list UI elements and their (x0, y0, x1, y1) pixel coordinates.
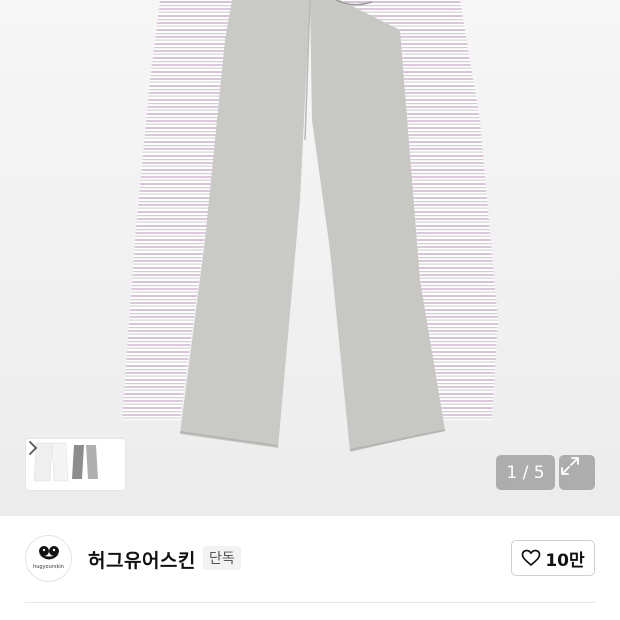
section-divider (25, 602, 595, 603)
hug-logo-icon (39, 546, 59, 560)
brand-row: hugyourskin 허그유어스킨 단독 10만 (0, 516, 620, 600)
expand-icon (561, 457, 579, 475)
expand-button[interactable] (559, 455, 595, 490)
product-thumbnail[interactable] (30, 439, 100, 484)
thumbnail-strip[interactable] (25, 438, 126, 491)
image-counter: 1 / 5 (496, 455, 555, 490)
product-image-gallery[interactable]: 1 / 5 (0, 0, 620, 516)
chevron-right-icon[interactable] (26, 439, 40, 457)
like-button[interactable]: 10만 (511, 540, 595, 576)
brand-name[interactable]: 허그유어스킨 (88, 546, 196, 573)
brand-logo-text: hugyourskin (33, 564, 64, 570)
heart-icon (521, 549, 541, 566)
exclusive-badge: 단독 (203, 546, 241, 570)
like-count: 10만 (545, 550, 585, 571)
brand-logo[interactable]: hugyourskin (25, 535, 72, 582)
